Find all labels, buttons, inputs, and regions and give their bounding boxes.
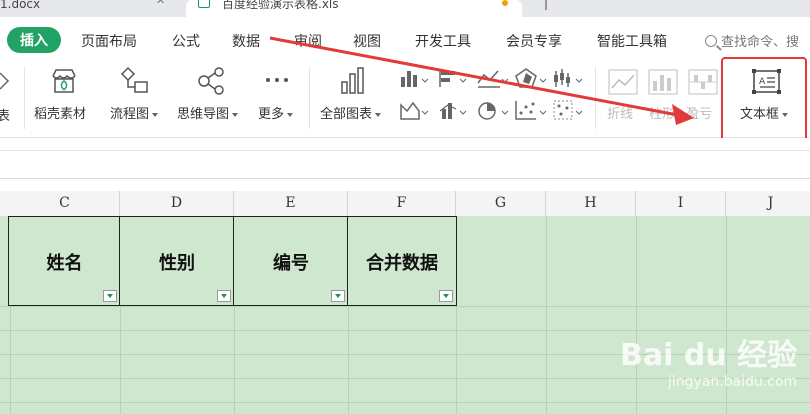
menu-bar: 插入 页面布局 公式 数据 审阅 视图 开发工具 会员专享 智能工具箱 查找命令…: [0, 17, 810, 61]
watermark-brand: Bai du 经验: [620, 338, 798, 373]
menu-data[interactable]: 数据: [232, 31, 260, 51]
area-chart-icon: [400, 101, 429, 120]
column-header-j[interactable]: J: [726, 191, 810, 216]
more-button[interactable]: 更多: [254, 61, 304, 133]
flowchart-button[interactable]: 流程图: [106, 61, 168, 133]
sparkline-line-label: 折线: [607, 107, 634, 122]
header-cell-label: 姓名: [46, 253, 83, 274]
mindmap-icon: [198, 67, 224, 95]
bar-chart-icon: [341, 67, 364, 94]
filter-dropdown-icon[interactable]: [103, 290, 117, 302]
column-header-f[interactable]: F: [348, 191, 456, 216]
menu-view[interactable]: 视图: [353, 31, 381, 51]
document-tab-docx[interactable]: 1.docx ✕: [0, 0, 170, 17]
header-cell-label: 编号: [273, 253, 309, 274]
column-header-row: C D E F G H I J: [0, 191, 810, 217]
sparkline-line-icon: [608, 69, 638, 95]
header-cell-gender[interactable]: 性别: [119, 216, 235, 306]
sparkline-line-button[interactable]: 折线: [602, 61, 644, 133]
header-cell-merged-data[interactable]: 合并数据: [347, 216, 457, 306]
dot-matrix-chart-icon: [553, 100, 583, 120]
filter-dropdown-icon[interactable]: [331, 290, 345, 302]
ribbon-cut-label: 表: [0, 109, 11, 124]
column-header-d[interactable]: D: [120, 191, 234, 216]
ribbon-separator: [309, 67, 310, 129]
header-cell-label: 合并数据: [366, 253, 438, 274]
filter-dropdown-icon[interactable]: [439, 290, 453, 302]
header-cell-name[interactable]: 姓名: [8, 216, 121, 306]
formula-bar[interactable]: [0, 138, 810, 179]
ribbon-toolbar: 表 稻壳素材 流程图 思维导图 更多 全部图表 折线 柱形 盈亏 A 文本框: [0, 61, 810, 138]
mindmap-label: 思维导图: [177, 103, 239, 122]
materials-label: 稻壳素材: [34, 107, 87, 122]
ribbon-separator: [595, 67, 596, 129]
menu-membership[interactable]: 会员专享: [506, 31, 562, 51]
all-charts-label: 全部图表: [320, 103, 382, 122]
column-header-i[interactable]: I: [636, 191, 726, 216]
pie-chart-icon: [478, 102, 509, 120]
column-header-e[interactable]: E: [234, 191, 348, 216]
flowchart-label: 流程图: [110, 103, 159, 122]
all-charts-button[interactable]: 全部图表: [316, 61, 392, 133]
filter-dropdown-icon[interactable]: [217, 290, 231, 302]
sparkline-winloss-icon: [688, 69, 718, 95]
search-icon: [705, 35, 717, 47]
stock-chart-icon: [554, 69, 583, 87]
sparkline-column-icon: [648, 69, 678, 95]
sparkline-column-button[interactable]: 柱形: [644, 61, 686, 133]
formula-input[interactable]: [0, 150, 810, 171]
ribbon-separator: [24, 67, 25, 129]
chart-types-grid[interactable]: [398, 67, 588, 125]
document-tab-xls[interactable]: 百度经验演示表格.xls: [186, 0, 522, 17]
line-chart-icon: [477, 70, 509, 88]
table-icon: [0, 72, 10, 90]
menu-review[interactable]: 审阅: [294, 31, 322, 51]
more-dots-icon: [266, 78, 288, 82]
radar-chart-icon: [515, 68, 547, 88]
column-header-g[interactable]: G: [456, 191, 546, 216]
materials-button[interactable]: 稻壳素材: [30, 61, 100, 133]
menu-page-layout[interactable]: 页面布局: [81, 31, 137, 51]
unsaved-dot-icon: [502, 0, 508, 6]
scatter-chart-icon: [515, 101, 547, 120]
document-tab-strip: 1.docx ✕ 百度经验演示表格.xls: [0, 0, 810, 17]
mindmap-button[interactable]: 思维导图: [174, 61, 248, 133]
menu-smart-toolbox[interactable]: 智能工具箱: [597, 31, 667, 51]
search-placeholder: 查找命令、搜: [721, 35, 800, 50]
horizontal-bar-chart-icon: [439, 69, 467, 87]
menu-developer[interactable]: 开发工具: [415, 31, 471, 51]
sparkline-column-label: 柱形: [649, 107, 676, 122]
column-header-c[interactable]: C: [10, 191, 120, 216]
menu-insert[interactable]: 插入: [7, 27, 61, 53]
column-header-h[interactable]: H: [546, 191, 636, 216]
header-cell-id[interactable]: 编号: [233, 216, 349, 306]
combo-chart-icon: [439, 103, 467, 119]
more-label: 更多: [258, 103, 294, 122]
spreadsheet-icon: [198, 0, 210, 8]
tab-divider: [545, 0, 547, 10]
column-chart-icon: [401, 71, 429, 87]
sparkline-winloss-label: 盈亏: [686, 107, 713, 122]
menu-formulas[interactable]: 公式: [172, 31, 200, 51]
flowchart-icon: [120, 66, 148, 93]
command-search[interactable]: 查找命令、搜: [705, 31, 799, 50]
baidu-watermark: Bai du 经验 jingyan.baidu.com: [620, 330, 798, 390]
watermark-url: jingyan.baidu.com: [668, 374, 798, 390]
sparkline-winloss-button[interactable]: 盈亏: [686, 61, 722, 133]
header-cell-label: 性别: [159, 253, 195, 274]
document-tab-label: 1.docx: [0, 0, 41, 11]
close-icon[interactable]: ✕: [156, 0, 165, 6]
store-icon: [52, 69, 76, 93]
document-tab-label: 百度经验演示表格.xls: [222, 0, 339, 11]
